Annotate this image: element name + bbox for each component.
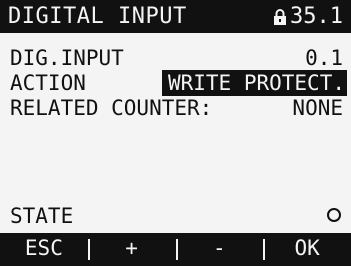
- dig-input-label: DIG.INPUT: [10, 46, 124, 70]
- page-title: DIGITAL INPUT: [8, 4, 187, 29]
- plus-button[interactable]: +: [87, 233, 176, 266]
- dig-input-value: 0.1: [305, 46, 343, 70]
- circle-off-icon: [327, 208, 341, 222]
- menu-code: 35.1: [290, 4, 343, 29]
- dig-input-row[interactable]: DIG.INPUT 0.1: [10, 45, 343, 71]
- title-right: 35.1: [273, 3, 343, 31]
- softkey-bar: ESC + - OK: [0, 233, 351, 266]
- action-label: ACTION: [10, 71, 86, 95]
- state-label: STATE: [10, 204, 74, 228]
- state-row: STATE: [10, 203, 343, 229]
- action-value-selected[interactable]: WRITE PROTECT.: [161, 70, 347, 96]
- related-counter-value: NONE: [292, 96, 343, 120]
- lcd-screen: DIGITAL INPUT 35.1 DIG.INPUT 0.1 ACTION …: [0, 0, 351, 266]
- title-bar: DIGITAL INPUT 35.1: [0, 0, 351, 33]
- related-counter-label: RELATED COUNTER:: [10, 96, 213, 120]
- related-counter-row[interactable]: RELATED COUNTER: NONE: [10, 95, 343, 121]
- minus-button[interactable]: -: [175, 233, 264, 266]
- ok-button[interactable]: OK: [263, 233, 351, 266]
- lock-icon: [274, 9, 287, 25]
- action-row[interactable]: ACTION WRITE PROTECT.: [10, 70, 347, 96]
- esc-button[interactable]: ESC: [0, 233, 88, 266]
